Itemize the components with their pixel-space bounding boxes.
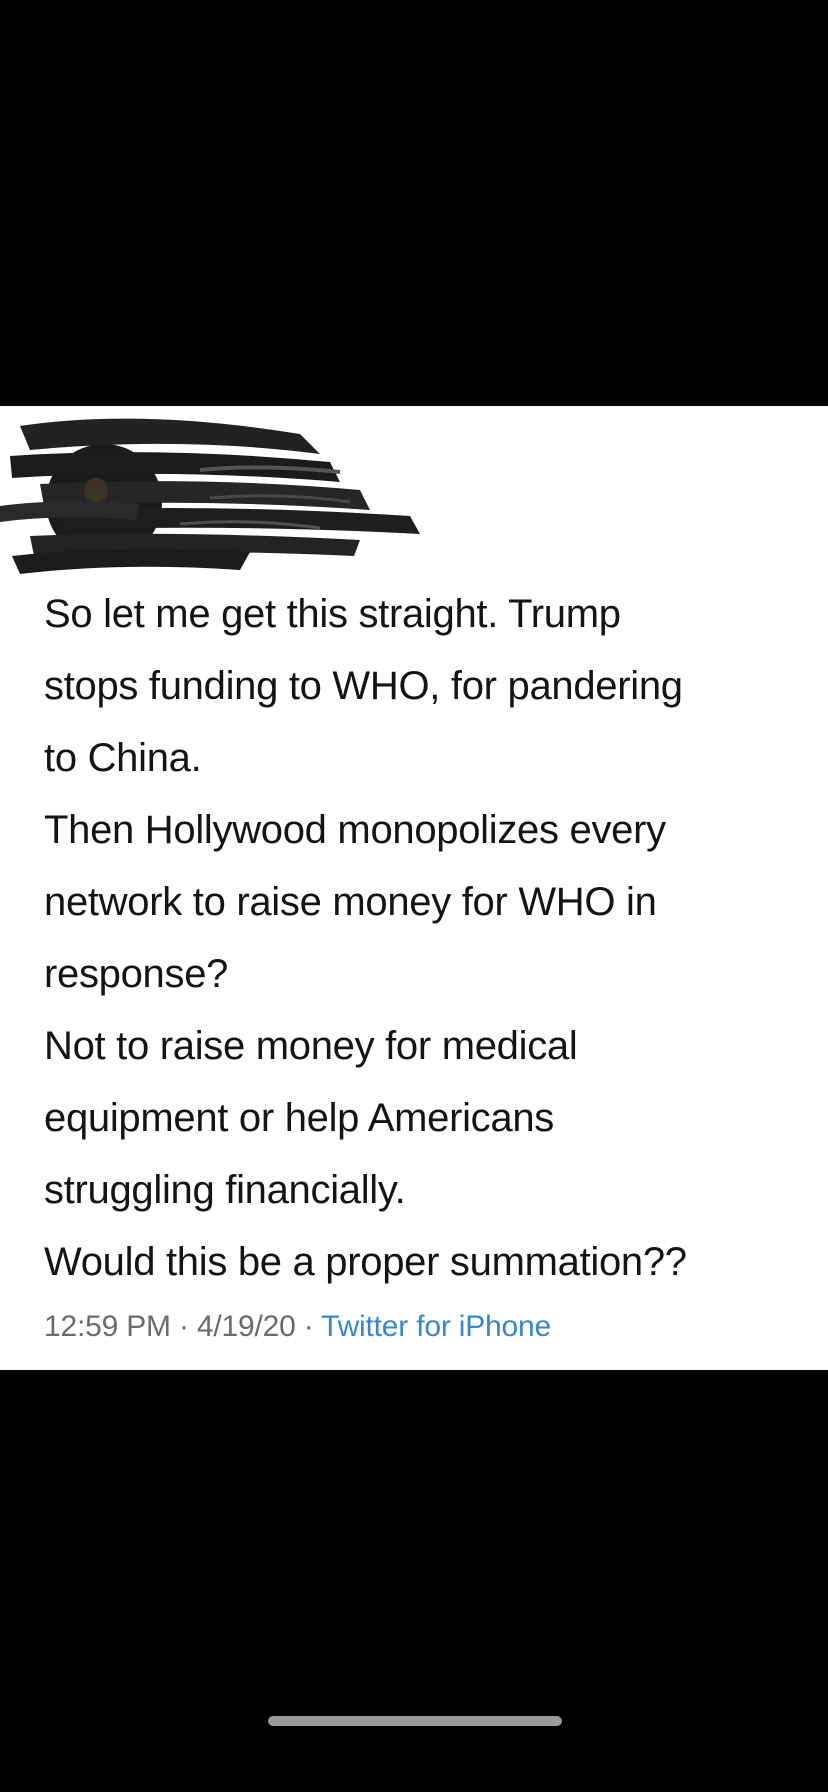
- tweet-text-line: equipment or help Americans: [44, 1096, 554, 1140]
- tweet-source-link[interactable]: Twitter for iPhone: [321, 1310, 551, 1343]
- tweet-text-line: So let me get this straight. Trump: [44, 592, 621, 636]
- scribble-redaction-icon: [0, 418, 420, 574]
- tweet-text-line: network to raise money for WHO in: [44, 880, 657, 924]
- tweet-time: 12:59 PM: [44, 1310, 171, 1343]
- tweet-text-line: Then Hollywood monopolizes every: [44, 808, 666, 852]
- tweet-text-line: to China.: [44, 736, 202, 780]
- meta-separator: ·: [178, 1310, 189, 1343]
- tweet-text-line: struggling financially.: [44, 1168, 406, 1212]
- tweet-metadata: 12:59 PM · 4/19/20 · Twitter for iPhone: [44, 1310, 551, 1344]
- home-indicator-bar[interactable]: [268, 1716, 562, 1726]
- tweet-text: So let me get this straight. Trump stops…: [44, 578, 824, 1298]
- tweet-text-line: Would this be a proper summation??: [44, 1240, 687, 1284]
- tweet-text-line: stops funding to WHO, for pandering: [44, 664, 683, 708]
- tweet-text-line: response?: [44, 952, 229, 996]
- meta-separator: ·: [303, 1310, 314, 1343]
- tweet-text-line: Not to raise money for medical: [44, 1024, 578, 1068]
- tweet-card: So let me get this straight. Trump stops…: [0, 406, 828, 1370]
- tweet-date: 4/19/20: [196, 1310, 296, 1343]
- redacted-author-header: [0, 418, 420, 574]
